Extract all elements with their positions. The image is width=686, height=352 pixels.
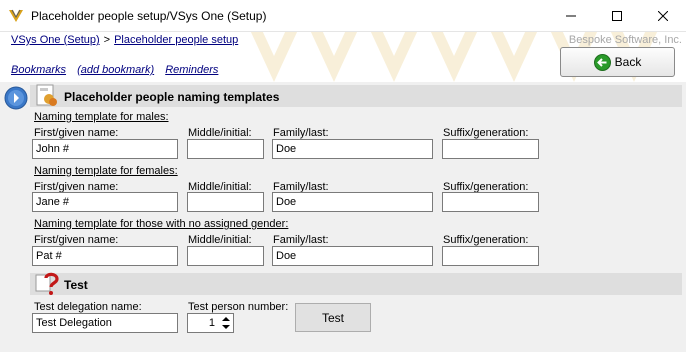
male-first-name-input[interactable]: John # (32, 139, 178, 159)
watermark-logo-icon (370, 32, 418, 82)
first-name-label: First/given name: (34, 234, 119, 246)
female-middle-name-input[interactable] (187, 192, 264, 212)
unassigned-first-name-input[interactable]: Pat # (32, 246, 178, 266)
male-template-heading: Naming template for males: (34, 111, 169, 123)
window-title: Placeholder people setup/VSys One (Setup… (31, 9, 267, 23)
people-card-icon (36, 84, 57, 106)
female-first-name-input[interactable]: Jane # (32, 192, 178, 212)
middle-name-label: Middle/initial: (188, 127, 252, 139)
breadcrumb-link-home[interactable]: VSys One (Setup) (11, 34, 100, 46)
title-bar: Placeholder people setup/VSys One (Setup… (0, 0, 686, 32)
bookmark-links: Bookmarks (add bookmark) Reminders (11, 64, 218, 76)
naming-section-header: Placeholder people naming templates (30, 84, 682, 107)
close-button[interactable] (640, 0, 686, 32)
close-icon (658, 11, 668, 21)
male-middle-name-input[interactable] (187, 139, 264, 159)
male-family-name-input[interactable]: Doe (272, 139, 433, 159)
test-person-number-value: 1 (208, 317, 215, 329)
first-name-label: First/given name: (34, 127, 119, 139)
add-bookmark-link[interactable]: (add bookmark) (77, 64, 154, 76)
female-family-name-input[interactable]: Doe (272, 192, 433, 212)
naming-section-title: Placeholder people naming templates (64, 90, 280, 104)
breadcrumb-separator: > (103, 34, 111, 46)
family-name-label: Family/last: (273, 127, 329, 139)
test-delegation-input[interactable]: Test Delegation (32, 313, 178, 333)
watermark-logo-icon (310, 32, 358, 82)
app-logo-icon (9, 9, 23, 22)
test-delegation-label: Test delegation name: (34, 301, 142, 313)
back-button[interactable]: Back (560, 47, 675, 77)
middle-name-label: Middle/initial: (188, 234, 252, 246)
back-arrow-icon (593, 53, 611, 71)
test-section-title: Test (64, 278, 88, 292)
main-content: Placeholder people naming templates Nami… (0, 82, 686, 352)
bookmarks-link[interactable]: Bookmarks (11, 64, 66, 76)
minimize-button[interactable] (548, 0, 594, 32)
company-name: Bespoke Software, Inc. (568, 34, 682, 46)
navigate-arrow-icon[interactable] (4, 86, 28, 110)
spinner-arrows-icon[interactable] (220, 315, 232, 331)
suffix-label: Suffix/generation: (443, 127, 529, 139)
unassigned-middle-name-input[interactable] (187, 246, 264, 266)
watermark-logo-icon (430, 32, 478, 82)
test-section-header: Test (30, 272, 682, 295)
watermark-logo-icon (250, 32, 298, 82)
breadcrumb: VSys One (Setup) > Placeholder people setu… (11, 34, 238, 46)
back-label: Back (614, 55, 642, 69)
minimize-icon (566, 15, 576, 17)
female-suffix-input[interactable] (442, 192, 539, 212)
unassigned-template-heading: Naming template for those with no assign… (34, 218, 289, 230)
unassigned-family-name-input[interactable]: Doe (272, 246, 433, 266)
maximize-button[interactable] (594, 0, 640, 32)
unassigned-suffix-input[interactable] (442, 246, 539, 266)
test-person-number-stepper[interactable]: 1 (187, 313, 234, 333)
maximize-icon (612, 11, 622, 21)
watermark-logo-icon (490, 32, 538, 82)
suffix-label: Suffix/generation: (443, 234, 529, 246)
test-button[interactable]: Test (295, 303, 371, 332)
female-template-heading: Naming template for females: (34, 165, 178, 177)
family-name-label: Family/last: (273, 234, 329, 246)
test-person-number-label: Test person number: (188, 301, 289, 313)
reminders-link[interactable]: Reminders (165, 64, 218, 76)
help-card-icon (35, 272, 59, 295)
male-suffix-input[interactable] (442, 139, 539, 159)
breadcrumb-link-current[interactable]: Placeholder people setup (114, 34, 238, 46)
